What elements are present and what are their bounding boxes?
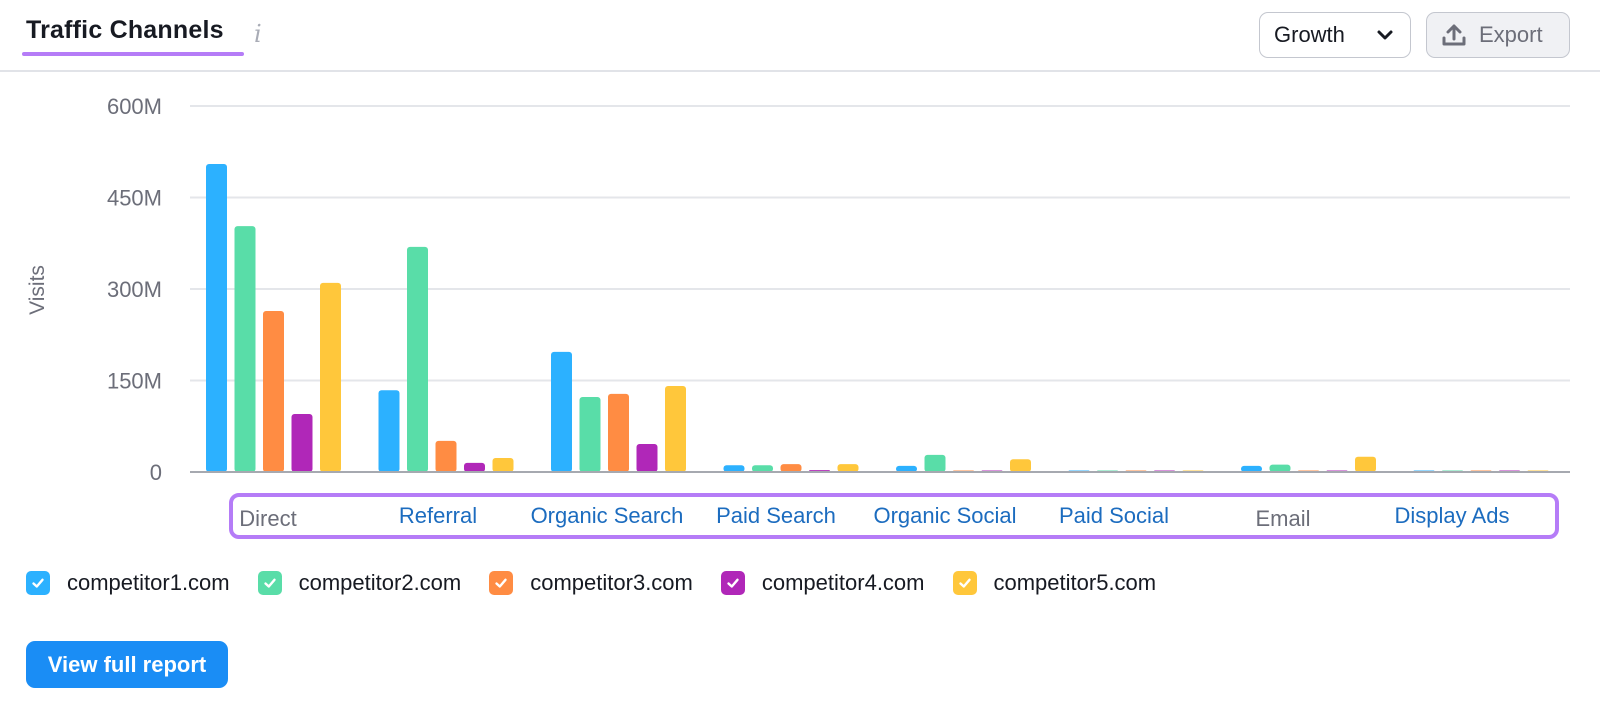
x-tick-label-direct: Direct (239, 506, 297, 531)
checkmark-icon (32, 578, 44, 588)
gridlines (190, 105, 1570, 382)
bar-competitor2-com-organic-social[interactable] (924, 454, 946, 472)
bar-competitor2-com-referral[interactable] (407, 246, 428, 472)
bar-competitor2-com-paid-search[interactable] (752, 465, 773, 472)
x-tick-label-email: Email (1255, 506, 1311, 531)
y-tick-label: 600M (107, 94, 162, 119)
bar-competitor5-com-referral[interactable] (492, 457, 514, 472)
checkbox[interactable] (257, 571, 282, 595)
legend-item[interactable]: competitor4.com (720, 570, 925, 596)
checkbox[interactable] (720, 571, 745, 595)
checkmark-icon (263, 578, 276, 588)
y-tick-label: 450M (107, 186, 162, 211)
checkmark-icon (495, 578, 507, 588)
bar-competitor5-com-direct[interactable] (320, 282, 341, 472)
bar-competitor2-com-email[interactable] (1269, 464, 1291, 472)
chart-legend: competitor1.com competitor2.com competitor… (26, 570, 1184, 596)
bar-competitor1-com-referral[interactable] (378, 390, 400, 472)
bar-competitor3-com-referral[interactable] (435, 440, 457, 472)
upload-icon (1442, 24, 1466, 46)
y-axis-label: Visits (26, 265, 49, 315)
x-tick-label-paid-search[interactable]: Paid Search (716, 503, 836, 529)
bar-competitor2-com-direct[interactable] (234, 226, 256, 472)
legend-label: competitor3.com (530, 570, 693, 595)
legend-item[interactable]: competitor3.com (489, 570, 693, 596)
bar-competitor3-com-direct[interactable] (263, 310, 284, 472)
traffic-channels-chart: 0 150M 300M 450M 600M Visits (26, 94, 1570, 485)
bar-competitor3-com-paid-search[interactable] (780, 464, 802, 472)
growth-select[interactable]: Growth (1259, 12, 1411, 58)
view-full-report-button[interactable]: View full report (26, 641, 228, 688)
y-tick-label: 300M (107, 277, 162, 302)
bar-competitor4-com-referral[interactable] (464, 462, 485, 472)
widget-header: Traffic Channels i Growth Export (0, 0, 1600, 72)
x-tick-label-organic-search[interactable]: Organic Search (531, 503, 684, 529)
checkbox[interactable] (26, 571, 50, 595)
legend-label: competitor5.com (993, 570, 1157, 595)
bar-competitor3-com-organic-search[interactable] (608, 393, 629, 472)
export-button[interactable]: Export (1426, 12, 1570, 58)
title-highlight-underline (22, 52, 244, 56)
bar-competitor1-com-organic-search[interactable] (551, 351, 572, 472)
y-axis-ticks: 0 150M 300M 450M 600M (107, 94, 162, 485)
x-tick-label-organic-social[interactable]: Organic Social (873, 503, 1016, 529)
widget-title: Traffic Channels (26, 16, 224, 44)
export-label: Export (1479, 22, 1543, 47)
x-tick-label-display-ads[interactable]: Display Ads (1395, 503, 1510, 529)
legend-label: competitor2.com (298, 570, 462, 595)
bar-competitor5-com-paid-search[interactable] (837, 464, 859, 472)
bar-competitor4-com-organic-search[interactable] (636, 443, 658, 472)
checkmark-icon (727, 578, 739, 588)
legend-item[interactable]: competitor5.com (952, 570, 1157, 596)
y-tick-label: 150M (107, 369, 162, 394)
checkmark-icon (958, 578, 971, 588)
bar-competitor5-com-organic-social[interactable] (1010, 459, 1031, 472)
bar-competitor5-com-organic-search[interactable] (665, 385, 686, 472)
bar-competitor5-com-email[interactable] (1355, 456, 1376, 472)
bar-competitor2-com-organic-search[interactable] (579, 396, 601, 472)
y-tick-label: 0 (150, 460, 162, 485)
bar-competitor1-com-paid-search[interactable] (723, 465, 745, 472)
legend-label: competitor4.com (761, 570, 925, 595)
checkbox[interactable] (489, 571, 514, 595)
bar-competitor1-com-direct[interactable] (206, 163, 227, 472)
growth-select-label: Growth (1274, 22, 1345, 47)
legend-item[interactable]: competitor1.com (26, 570, 230, 596)
checkbox[interactable] (952, 571, 977, 595)
x-tick-label-referral[interactable]: Referral (399, 503, 477, 529)
legend-item[interactable]: competitor2.com (257, 570, 462, 596)
legend-label: competitor1.com (67, 570, 230, 595)
x-tick-label-paid-social[interactable]: Paid Social (1059, 503, 1169, 529)
bars (206, 163, 1549, 472)
info-icon[interactable]: i (254, 20, 262, 48)
chevron-down-icon (1377, 30, 1393, 40)
bar-competitor4-com-direct[interactable] (291, 414, 313, 472)
